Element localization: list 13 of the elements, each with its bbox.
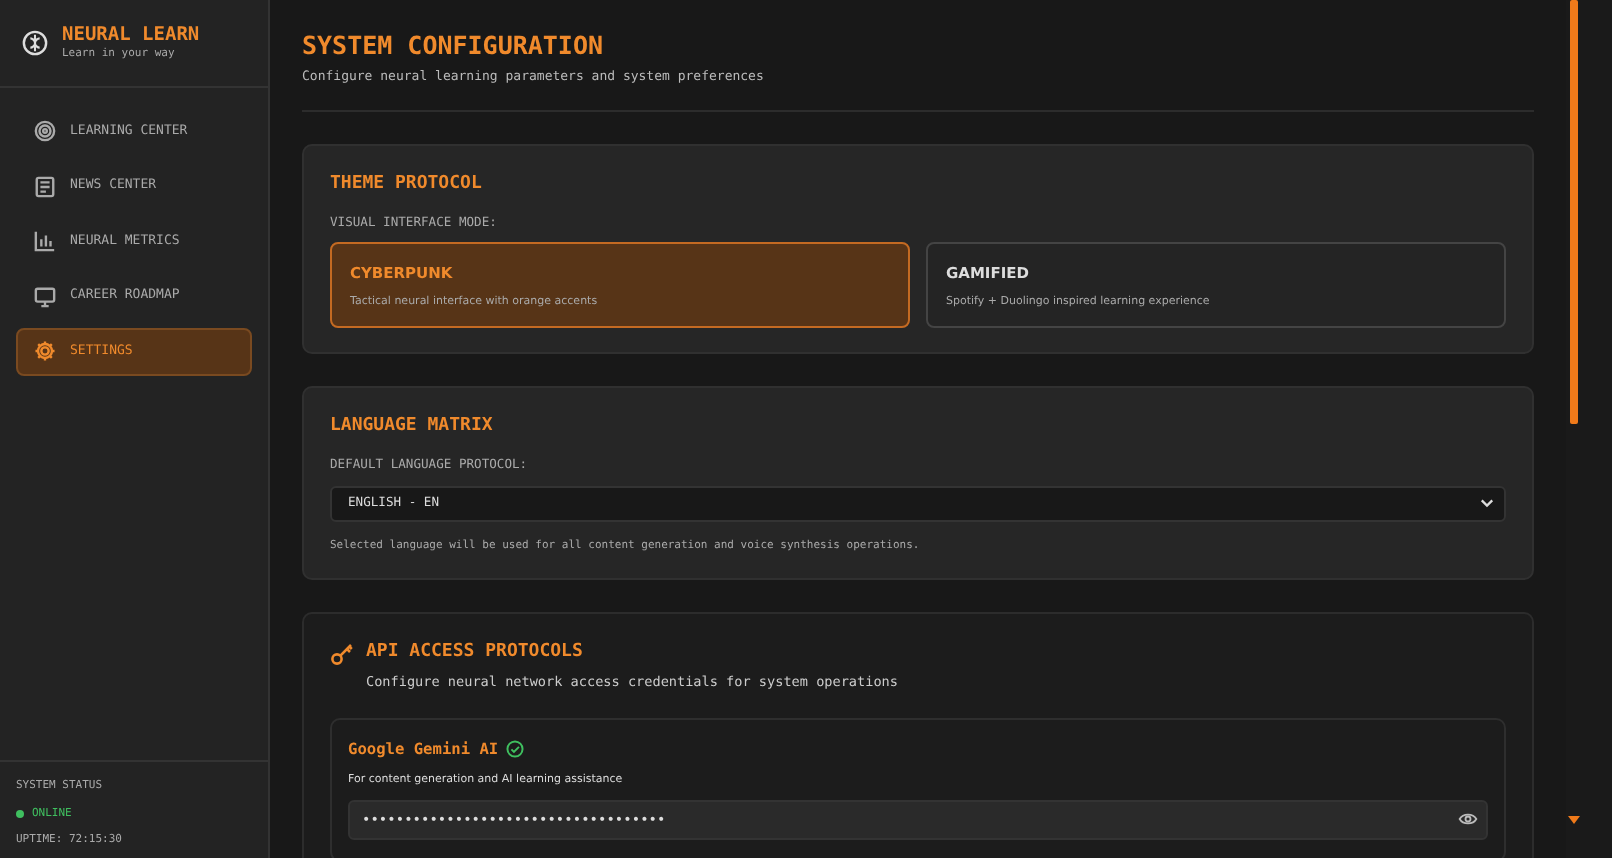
monitor-icon bbox=[34, 285, 56, 308]
newspaper-icon bbox=[34, 175, 56, 198]
app-title: NEURAL LEARN bbox=[62, 24, 200, 47]
key-icon bbox=[330, 641, 354, 666]
section-title: THEME PROTOCOL bbox=[330, 173, 484, 196]
eye-icon[interactable] bbox=[1458, 812, 1478, 827]
target-icon bbox=[34, 120, 56, 143]
page-title: SYSTEM CONFIGURATION bbox=[302, 30, 606, 60]
settings-icon bbox=[34, 340, 56, 363]
section-title: API ACCESS PROTOCOLS bbox=[366, 641, 585, 664]
chevron-down-icon bbox=[1480, 498, 1494, 509]
bar-chart-icon bbox=[34, 230, 56, 253]
section-title: LANGUAGE MATRIX bbox=[330, 416, 495, 439]
